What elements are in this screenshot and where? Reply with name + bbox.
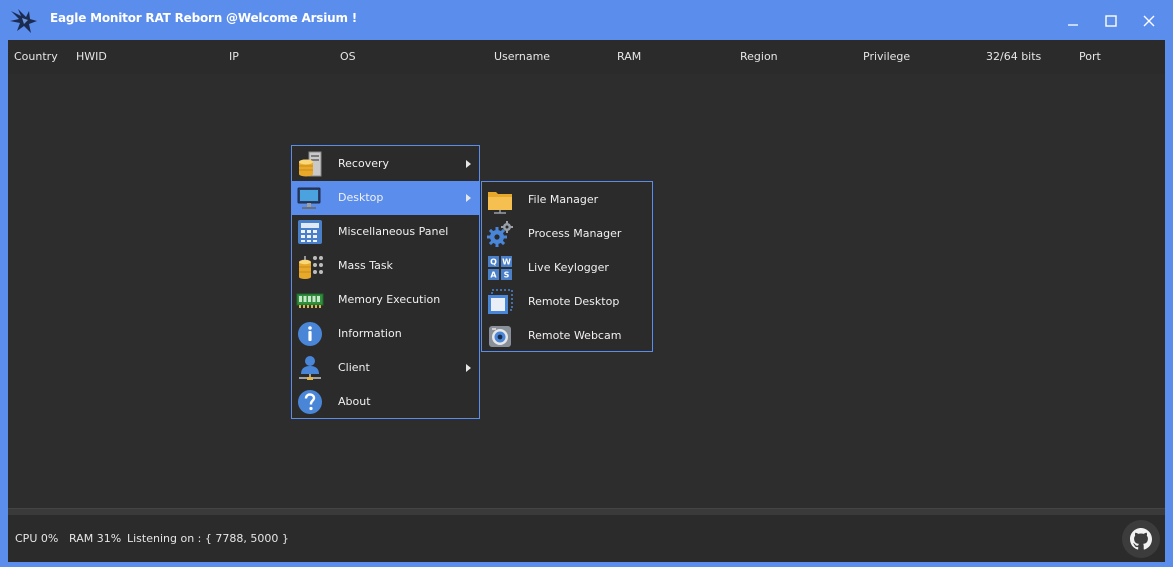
menu-item-label: Client	[338, 361, 370, 374]
menu-item-label: About	[338, 395, 371, 408]
cpu-usage: CPU 0%	[15, 532, 59, 545]
eagle-logo-icon	[10, 9, 37, 33]
desktop-submenu: File Manager Process Manager Q W A S Liv…	[481, 181, 653, 352]
column-header-os[interactable]: OS	[340, 50, 356, 63]
menu-item-information[interactable]: Information	[292, 317, 479, 351]
menu-item-about[interactable]: About	[292, 385, 479, 419]
submenu-item-file-manager[interactable]: File Manager	[482, 183, 652, 217]
monitor-icon	[297, 187, 321, 209]
close-icon	[1143, 15, 1155, 26]
calculator-panel-icon	[298, 220, 322, 244]
remote-screen-icon	[488, 289, 513, 314]
client-list-header: Country HWID IP OS Username RAM Region P…	[8, 40, 1165, 74]
submenu-item-process-manager[interactable]: Process Manager	[482, 217, 652, 251]
status-bar: CPU 0% RAM 31% Listening on : { 7788, 50…	[8, 515, 1165, 562]
column-header-country[interactable]: Country	[14, 50, 58, 63]
menu-item-label: Miscellaneous Panel	[338, 225, 449, 238]
submenu-arrow-icon	[466, 160, 471, 168]
key-a-label: A	[490, 271, 497, 280]
key-s-label: S	[504, 271, 510, 280]
menu-item-label: Memory Execution	[338, 293, 441, 306]
menu-item-label: Desktop	[338, 191, 384, 204]
submenu-item-remote-desktop[interactable]: Remote Desktop	[482, 285, 652, 319]
maximize-icon	[1105, 14, 1117, 27]
menu-item-label: Remote Webcam	[528, 329, 622, 342]
column-header-ram[interactable]: RAM	[617, 50, 641, 63]
panel-splitter[interactable]	[8, 508, 1165, 515]
menu-item-desktop[interactable]: Desktop	[292, 181, 479, 215]
listening-ports: Listening on : { 7788, 5000 }	[127, 532, 289, 545]
menu-item-label: Information	[338, 327, 402, 340]
webcam-icon	[489, 326, 511, 347]
info-icon	[298, 322, 322, 346]
key-q-label: Q	[490, 258, 497, 267]
mass-database-icon	[299, 256, 323, 279]
menu-item-label: Remote Desktop	[528, 295, 620, 308]
column-header-hwid[interactable]: HWID	[76, 50, 107, 63]
menu-item-label: File Manager	[528, 193, 599, 206]
menu-item-mass-task[interactable]: Mass Task	[292, 249, 479, 283]
close-button[interactable]	[1127, 1, 1171, 40]
menu-item-miscellaneous-panel[interactable]: Miscellaneous Panel	[292, 215, 479, 249]
menu-item-client[interactable]: Client	[292, 351, 479, 385]
column-header-username[interactable]: Username	[494, 50, 550, 63]
column-header-ip[interactable]: IP	[229, 50, 239, 63]
key-w-label: W	[502, 258, 511, 267]
submenu-item-live-keylogger[interactable]: Q W A S Live Keylogger	[482, 251, 652, 285]
menu-item-label: Recovery	[338, 157, 390, 170]
context-menu: Recovery Desktop Miscellaneous Panel Mas…	[291, 145, 480, 419]
memory-chip-icon	[296, 293, 324, 308]
menu-item-label: Mass Task	[338, 259, 393, 272]
keyboard-keys-icon: Q W A S	[488, 256, 512, 280]
title-bar[interactable]: Eagle Monitor RAT Reborn @Welcome Arsium…	[1, 1, 1172, 40]
github-button[interactable]	[1122, 520, 1160, 558]
folder-icon	[488, 192, 512, 214]
column-header-region[interactable]: Region	[740, 50, 778, 63]
menu-item-recovery[interactable]: Recovery	[292, 147, 479, 181]
window-frame-left	[1, 40, 8, 566]
help-icon	[298, 390, 322, 414]
window-frame-right	[1164, 40, 1172, 566]
window-title: Eagle Monitor RAT Reborn @Welcome Arsium…	[50, 11, 358, 25]
column-header-privilege[interactable]: Privilege	[863, 50, 910, 63]
database-server-icon	[299, 151, 322, 177]
github-icon	[1130, 528, 1152, 550]
submenu-item-remote-webcam[interactable]: Remote Webcam	[482, 319, 652, 353]
submenu-arrow-icon	[466, 194, 471, 202]
gears-icon	[487, 221, 513, 247]
menu-item-label: Process Manager	[528, 227, 622, 240]
submenu-arrow-icon	[466, 364, 471, 372]
ram-usage: RAM 31%	[69, 532, 122, 545]
minimize-icon	[1068, 23, 1078, 26]
user-network-icon	[299, 356, 321, 380]
column-header-architecture[interactable]: 32/64 bits	[986, 50, 1041, 63]
column-header-port[interactable]: Port	[1079, 50, 1101, 63]
menu-item-memory-execution[interactable]: Memory Execution	[292, 283, 479, 317]
menu-item-label: Live Keylogger	[528, 261, 609, 274]
